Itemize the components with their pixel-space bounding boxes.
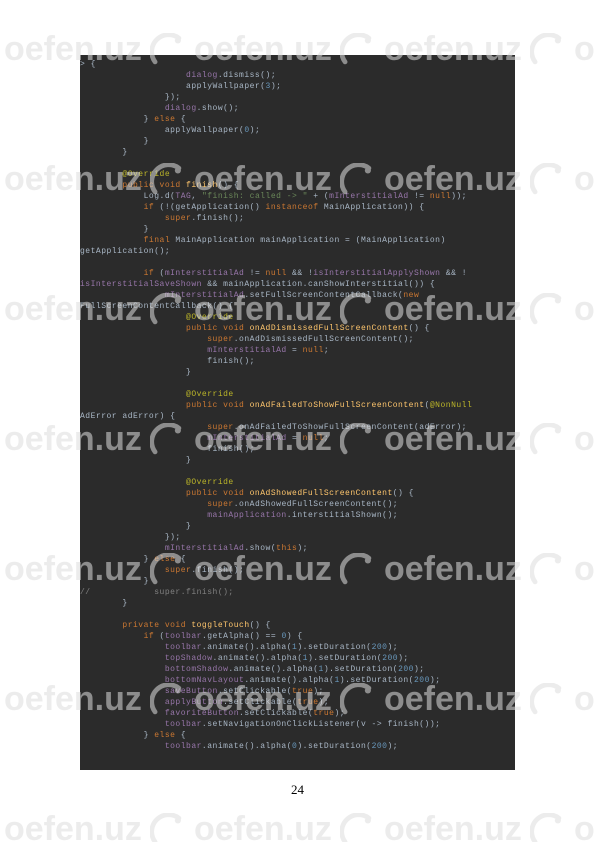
document-page: > { dialog.dismiss(); applyWallpaper(3);…	[0, 0, 595, 842]
code-block: > { dialog.dismiss(); applyWallpaper(3);…	[80, 55, 515, 770]
page-number: 24	[0, 782, 595, 798]
